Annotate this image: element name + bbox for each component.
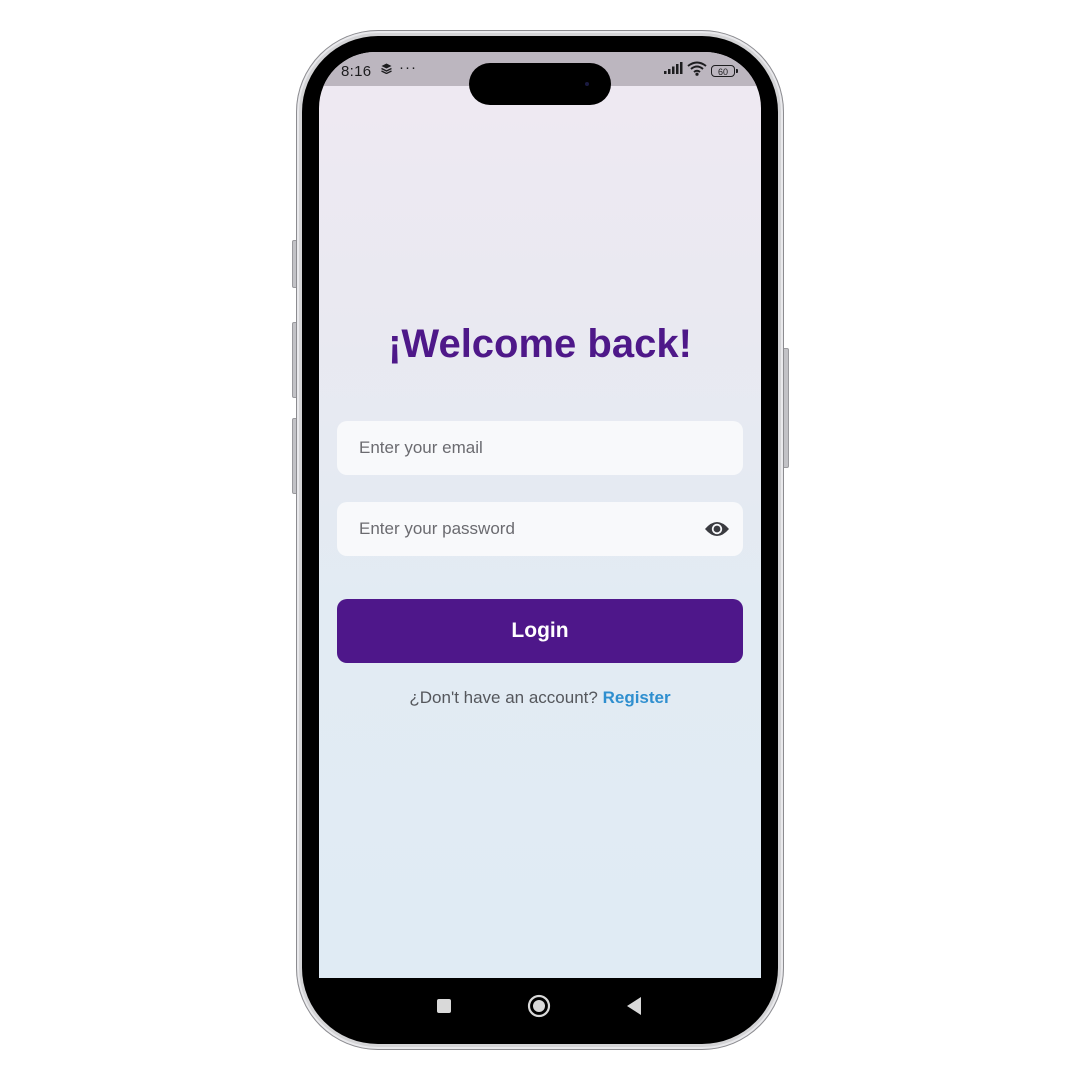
email-field (337, 421, 743, 475)
register-prompt: ¿Don't have an account? Register (319, 688, 761, 708)
circle-icon[interactable] (525, 992, 553, 1020)
register-link[interactable]: Register (603, 688, 671, 707)
login-button[interactable]: Login (337, 599, 743, 663)
layers-icon (381, 63, 392, 77)
welcome-title: ¡Welcome back! (388, 322, 692, 366)
camera-dot (585, 82, 589, 86)
more-notifications-indicator: ··· (399, 59, 417, 76)
eye-icon[interactable] (703, 515, 731, 543)
battery-icon: 60 (711, 65, 738, 77)
signal-icon (663, 62, 683, 80)
wifi-icon (687, 61, 707, 81)
stage: 8:16 ··· 60 ¡Welcome back! Enter your em… (0, 0, 1080, 1080)
navigation-bar (319, 978, 761, 1034)
email-input[interactable] (337, 421, 743, 475)
no-account-text: ¿Don't have an account? (409, 688, 598, 707)
password-input[interactable] (337, 502, 743, 556)
password-field (337, 502, 743, 556)
status-bar: 8:16 ··· 60 (319, 52, 761, 105)
phone-screen: 8:16 ··· 60 ¡Welcome back! Enter your em… (319, 52, 761, 978)
status-time: 8:16 (341, 63, 372, 80)
triangle-back-icon[interactable] (620, 992, 648, 1020)
dynamic-island (469, 63, 611, 105)
square-icon[interactable] (430, 992, 458, 1020)
status-icons: 60 (663, 61, 738, 81)
